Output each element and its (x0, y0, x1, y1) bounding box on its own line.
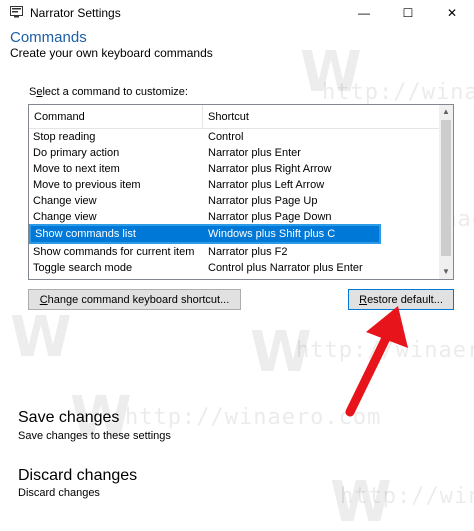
title-bar[interactable]: Narrator Settings — ☐ ✕ (0, 0, 474, 28)
watermark-letter: W (10, 305, 72, 370)
watermark-letter: W (330, 470, 392, 531)
close-icon: ✕ (446, 6, 458, 20)
watermark-letter: W (250, 320, 312, 385)
change-shortcut-accel: C (39, 293, 48, 306)
discard-changes-link[interactable]: Discard changes (18, 467, 137, 485)
row-shortcut: Narrator plus Left Arrow (208, 179, 325, 191)
row-command: Move to previous item (33, 179, 141, 191)
change-shortcut-button[interactable]: Change command keyboard shortcut... (28, 289, 241, 310)
table-row[interactable]: Change view Narrator plus Page Down (29, 209, 440, 225)
maximize-button[interactable]: ☐ (386, 0, 430, 26)
column-header-command[interactable]: Command (29, 105, 202, 129)
save-changes-link[interactable]: Save changes (18, 409, 119, 427)
row-command: Stop reading (33, 131, 96, 143)
row-command: Move to next item (33, 163, 120, 175)
column-header-shortcut[interactable]: Shortcut (203, 105, 440, 129)
list-caption: Select a command to customize: (29, 86, 188, 98)
row-shortcut: Windows plus Shift plus C (208, 228, 336, 240)
row-shortcut: Control plus Narrator plus Enter (208, 262, 363, 274)
watermark-url: http://winaero.com (322, 80, 474, 105)
page-title: Commands (10, 29, 87, 46)
narrator-app-icon (10, 6, 23, 18)
red-arrow-icon (345, 306, 408, 417)
row-command: Change view (33, 211, 97, 223)
watermark-letter: W (300, 40, 362, 105)
window-title: Narrator Settings (30, 6, 121, 20)
table-row[interactable]: Stop reading Control (29, 129, 440, 145)
row-command: Change view (33, 195, 97, 207)
row-shortcut: Narrator plus Page Up (208, 195, 318, 207)
watermark-url: http://winaero.com (340, 484, 474, 509)
discard-changes-title: Discard changes (18, 467, 138, 484)
scroll-up-arrow-icon[interactable]: ▲ (439, 105, 453, 119)
maximize-icon: ☐ (402, 6, 414, 20)
vertical-scrollbar[interactable]: ▲ ▼ (439, 105, 453, 279)
scrollbar-thumb[interactable] (441, 120, 451, 256)
row-shortcut: Narrator plus Right Arrow (208, 163, 332, 175)
minimize-icon: — (358, 6, 370, 20)
table-row[interactable]: Do primary action Narrator plus Enter (29, 145, 440, 161)
table-row[interactable]: Change view Narrator plus Page Up (29, 193, 440, 209)
table-row[interactable]: Toggle search mode Control plus Narrator… (29, 260, 440, 276)
scroll-down-arrow-icon[interactable]: ▼ (439, 265, 453, 279)
row-shortcut: Narrator plus Page Down (208, 211, 332, 223)
table-row[interactable]: Move to next item Narrator plus Right Ar… (29, 161, 440, 177)
page-subtitle: Create your own keyboard commands (10, 46, 213, 60)
commands-list[interactable]: Command Shortcut Stop reading Control Do… (28, 104, 454, 280)
table-row-selected[interactable]: Show commands list Windows plus Shift pl… (29, 224, 381, 244)
minimize-button[interactable]: — (342, 0, 386, 26)
row-command: Show commands for current item (33, 246, 195, 258)
row-shortcut: Narrator plus Enter (208, 147, 301, 159)
row-shortcut: Narrator plus F2 (208, 246, 288, 258)
list-caption-post: lect a command to customize: (42, 86, 188, 98)
row-command: Toggle search mode (33, 262, 133, 274)
list-header: Command Shortcut (29, 105, 440, 129)
change-shortcut-label: hange command keyboard shortcut... (47, 293, 230, 306)
table-row[interactable]: Show commands for current item Narrator … (29, 244, 440, 260)
table-row[interactable]: Move to previous item Narrator plus Left… (29, 177, 440, 193)
row-command: Do primary action (33, 147, 120, 159)
save-changes-description: Save changes to these settings (18, 430, 171, 442)
save-changes-title: Save changes (18, 409, 120, 426)
discard-changes-description: Discard changes (18, 487, 100, 499)
row-command: Show commands list (35, 228, 136, 240)
close-button[interactable]: ✕ (430, 0, 474, 26)
row-shortcut: Control (208, 131, 244, 143)
